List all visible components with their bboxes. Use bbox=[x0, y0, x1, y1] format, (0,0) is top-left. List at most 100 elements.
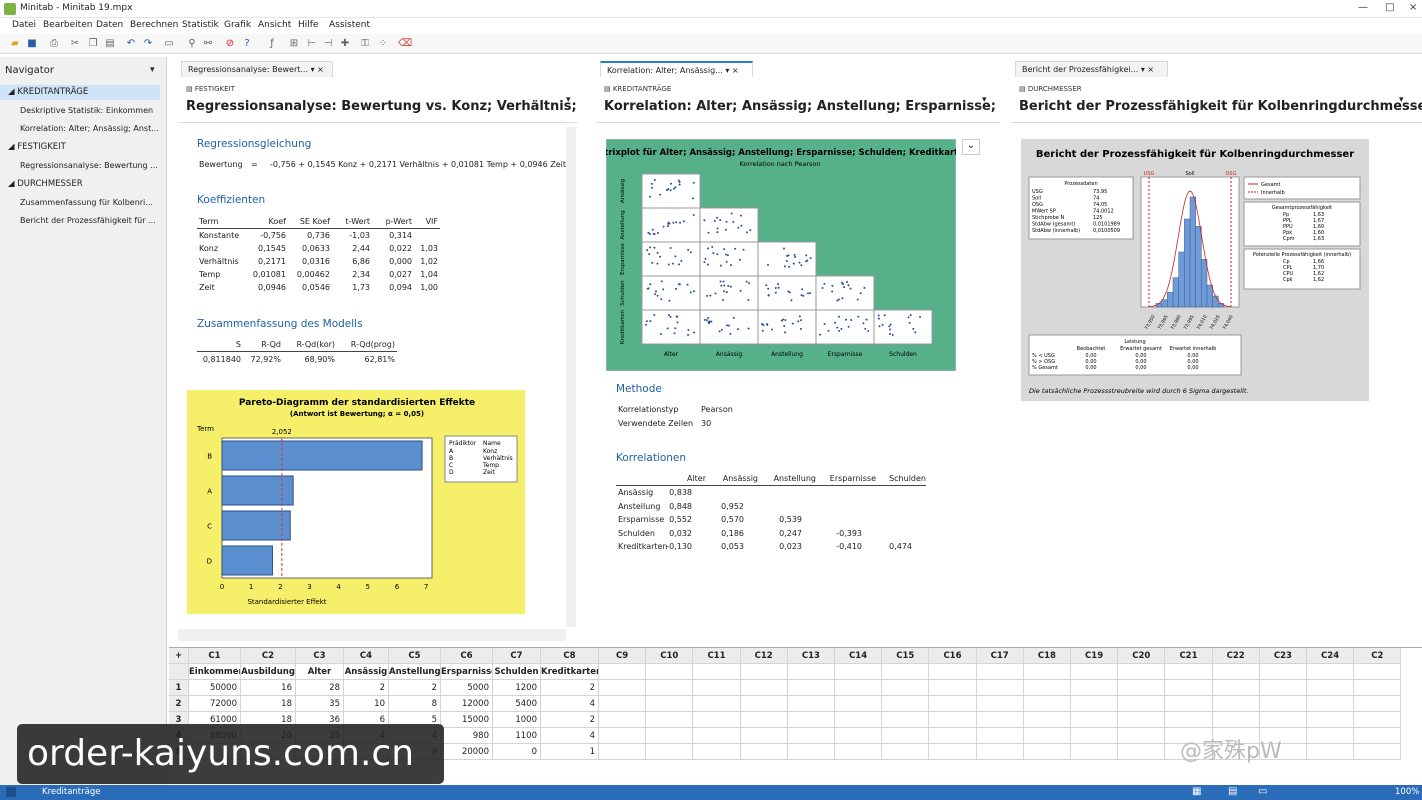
menu-daten[interactable]: Daten bbox=[96, 20, 123, 30]
grid-cell[interactable] bbox=[1212, 712, 1260, 728]
grid-cell[interactable] bbox=[1071, 744, 1119, 760]
grid-column-header[interactable]: C8 bbox=[541, 648, 599, 664]
grid-cell[interactable] bbox=[1071, 680, 1119, 696]
navigator-menu-chevron-icon[interactable]: ▾ bbox=[150, 65, 155, 75]
grid-cell[interactable] bbox=[1354, 696, 1402, 712]
grid-cell[interactable]: 28 bbox=[296, 680, 344, 696]
grid-column-name[interactable] bbox=[693, 664, 741, 680]
close-button[interactable]: × bbox=[1409, 2, 1417, 13]
graph-icon[interactable]: ⊣ bbox=[321, 37, 335, 50]
grid-cell[interactable]: 18 bbox=[241, 696, 296, 712]
grid-cell[interactable] bbox=[599, 728, 647, 744]
grid-column-name[interactable] bbox=[1118, 664, 1166, 680]
grid-column-header[interactable]: C1 bbox=[189, 648, 241, 664]
grid-cell[interactable] bbox=[882, 712, 930, 728]
nav-section-durchmesser[interactable]: ◢ DURCHMESSER bbox=[0, 177, 160, 192]
grid-cell[interactable] bbox=[1307, 680, 1355, 696]
grid-cell[interactable]: 0 bbox=[493, 744, 541, 760]
replace-icon[interactable]: ⚯ bbox=[201, 37, 215, 50]
grid-cell[interactable] bbox=[1165, 712, 1213, 728]
grid-column-header[interactable]: C14 bbox=[835, 648, 883, 664]
tab-prozessfaehigkeit[interactable]: Bericht der Prozessfähigkei... ▾ × bbox=[1015, 61, 1168, 77]
tab-regression[interactable]: Regressionsanalyse: Bewert... ▾ × bbox=[181, 61, 333, 77]
grid-column-header[interactable]: C20 bbox=[1118, 648, 1166, 664]
grid-column-name[interactable] bbox=[599, 664, 647, 680]
grid-cell[interactable]: 2 bbox=[389, 680, 441, 696]
grid-column-header[interactable]: C23 bbox=[1259, 648, 1307, 664]
grid-cell[interactable] bbox=[646, 696, 694, 712]
grid-cell[interactable] bbox=[1354, 680, 1402, 696]
grid-column-header[interactable]: C2 bbox=[241, 648, 296, 664]
menu-grafik[interactable]: Grafik bbox=[224, 20, 251, 30]
tab-dropdown-icon[interactable]: ▾ bbox=[311, 65, 315, 74]
menu-berechnen[interactable]: Berechnen bbox=[130, 20, 178, 30]
grid-cell[interactable]: 15000 bbox=[441, 712, 493, 728]
grid-cell[interactable] bbox=[740, 680, 788, 696]
grid-cell[interactable] bbox=[740, 744, 788, 760]
grid-cell[interactable] bbox=[929, 712, 977, 728]
tab-close-icon[interactable]: × bbox=[317, 65, 324, 74]
tab-close-icon[interactable]: × bbox=[732, 66, 739, 75]
grid-cell[interactable] bbox=[693, 728, 741, 744]
grid-cell[interactable] bbox=[976, 712, 1024, 728]
grid-column-name[interactable] bbox=[787, 664, 835, 680]
grid-cell[interactable] bbox=[929, 728, 977, 744]
grid-cell[interactable] bbox=[1307, 712, 1355, 728]
expand-chevron-icon[interactable]: ⌄ bbox=[962, 139, 980, 155]
grid-cell[interactable] bbox=[599, 680, 647, 696]
grid-cell[interactable] bbox=[1165, 680, 1213, 696]
lock-icon[interactable]: ⚿ bbox=[358, 37, 372, 50]
grid-cell[interactable] bbox=[835, 744, 883, 760]
grid-row-header[interactable]: 2 bbox=[169, 696, 189, 712]
grid-column-header[interactable]: C10 bbox=[646, 648, 694, 664]
grid-cell[interactable]: 1000 bbox=[493, 712, 541, 728]
grid-cell[interactable] bbox=[693, 744, 741, 760]
grid-column-header[interactable]: C16 bbox=[929, 648, 977, 664]
nav-item-korrelation[interactable]: Korrelation: Alter; Ansässig; Anst... bbox=[20, 122, 160, 135]
grid-cell[interactable]: 4 bbox=[541, 696, 599, 712]
grid-column-name[interactable] bbox=[1212, 664, 1260, 680]
grid-cell[interactable] bbox=[882, 696, 930, 712]
grid-cell[interactable] bbox=[1023, 728, 1071, 744]
crosshair-icon[interactable]: ✚ bbox=[338, 37, 352, 50]
grid-cell[interactable] bbox=[787, 744, 835, 760]
grid-cell[interactable] bbox=[1118, 696, 1166, 712]
grid-cell[interactable] bbox=[599, 744, 647, 760]
grid-cell[interactable]: 1200 bbox=[493, 680, 541, 696]
grid-column-header[interactable]: C19 bbox=[1071, 648, 1119, 664]
grid-column-name[interactable] bbox=[976, 664, 1024, 680]
grid-cell[interactable] bbox=[1307, 728, 1355, 744]
grid-cell[interactable]: 35 bbox=[296, 696, 344, 712]
grid-cell[interactable] bbox=[740, 712, 788, 728]
nav-item-deskriptive[interactable]: Deskriptive Statistik: Einkommen bbox=[20, 104, 160, 117]
output-view-icon[interactable]: ▤ bbox=[1228, 786, 1237, 797]
grid-column-name[interactable] bbox=[882, 664, 930, 680]
grid-cell[interactable] bbox=[787, 712, 835, 728]
nav-section-festigkeit[interactable]: ◢ FESTIGKEIT bbox=[0, 140, 160, 155]
pane-menu-chevron-icon[interactable]: ▾ bbox=[1399, 95, 1404, 105]
grid-column-name[interactable] bbox=[1023, 664, 1071, 680]
nav-section-kreditantraege[interactable]: ◢ KREDITANTRÄGE bbox=[0, 85, 160, 100]
grid-column-name[interactable] bbox=[1259, 664, 1307, 680]
tab-close-icon[interactable]: × bbox=[1147, 65, 1154, 74]
grid-cell[interactable]: 4 bbox=[541, 728, 599, 744]
redo-icon[interactable]: ↷ bbox=[141, 37, 155, 50]
menu-assistent[interactable]: Assistent bbox=[329, 20, 370, 30]
split-view-icon[interactable]: ▭ bbox=[1258, 786, 1267, 797]
pane-menu-chevron-icon[interactable]: ▾ bbox=[982, 95, 987, 105]
grid-cell[interactable] bbox=[787, 680, 835, 696]
nav-item-zusammenfassung[interactable]: Zusammenfassung für Kolbenri... bbox=[20, 196, 160, 209]
grid-cell[interactable] bbox=[1307, 744, 1355, 760]
worksheet-view-icon[interactable]: ▦ bbox=[1192, 786, 1201, 797]
grid-cell[interactable] bbox=[646, 728, 694, 744]
grid-column-name[interactable] bbox=[835, 664, 883, 680]
grid-cell[interactable] bbox=[1118, 680, 1166, 696]
grid-cell[interactable] bbox=[1212, 680, 1260, 696]
grid-column-name[interactable] bbox=[1165, 664, 1213, 680]
grid-cell[interactable] bbox=[1165, 696, 1213, 712]
tab-korrelation[interactable]: Korrelation: Alter; Ansässig... ▾ × bbox=[600, 61, 753, 77]
grid-cell[interactable] bbox=[693, 712, 741, 728]
tab-dropdown-icon[interactable]: ▾ bbox=[1141, 65, 1145, 74]
grid-column-name[interactable]: Anstellung bbox=[389, 664, 441, 680]
menu-statistik[interactable]: Statistik bbox=[182, 20, 219, 30]
